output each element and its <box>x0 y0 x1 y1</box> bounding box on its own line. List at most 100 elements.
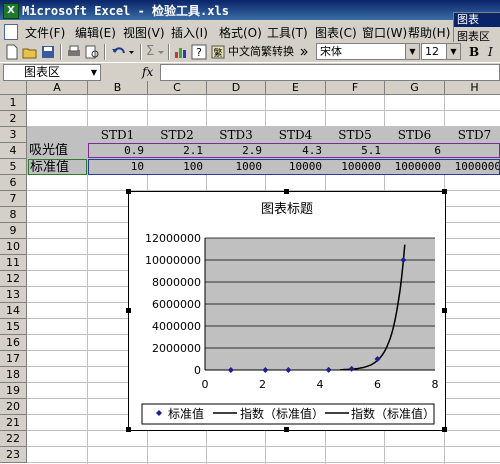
svg-text:?: ? <box>196 46 202 59</box>
resize-handle-w[interactable] <box>126 308 131 313</box>
resize-handle-ne[interactable] <box>442 189 447 194</box>
row-header-10[interactable]: 10 <box>0 239 27 255</box>
chart-wizard-icon[interactable] <box>173 44 189 60</box>
row-header-18[interactable]: 18 <box>0 367 27 383</box>
menu-insert[interactable]: 插入(I) <box>171 24 208 41</box>
font-name-select[interactable]: 宋体 ▼ <box>316 43 420 60</box>
chevron-down-icon[interactable]: ▼ <box>446 44 460 59</box>
row-header-14[interactable]: 14 <box>0 303 27 319</box>
toolbar-separator <box>168 44 170 60</box>
gridline <box>27 110 500 111</box>
legend-label: 标准值 <box>168 406 204 421</box>
excel-icon[interactable]: X <box>3 3 19 19</box>
menu-file[interactable]: 文件(F) <box>25 24 65 41</box>
resize-handle-e[interactable] <box>442 308 447 313</box>
menu-chart[interactable]: 图表(C) <box>315 24 357 41</box>
row-header-9[interactable]: 9 <box>0 223 27 239</box>
row-header-20[interactable]: 20 <box>0 399 27 415</box>
row-header-23[interactable]: 23 <box>0 447 27 463</box>
select-all-corner[interactable] <box>0 81 27 95</box>
column-header-f[interactable]: F <box>326 81 385 95</box>
print-icon[interactable] <box>66 44 82 60</box>
menu-edit[interactable]: 编辑(E) <box>75 24 116 41</box>
row-header-21[interactable]: 21 <box>0 415 27 431</box>
menu-window[interactable]: 窗口(W) <box>362 24 407 41</box>
italic-button[interactable]: I <box>488 44 493 60</box>
svg-text:繁: 繁 <box>213 47 222 59</box>
row-header-13[interactable]: 13 <box>0 287 27 303</box>
name-box-value: 图表区 <box>24 65 61 79</box>
row-header-17[interactable]: 17 <box>0 351 27 367</box>
toolbar-options-chevron-icon[interactable] <box>300 44 308 60</box>
undo-icon[interactable] <box>110 44 136 60</box>
toolbar-separator <box>60 44 62 60</box>
row-header-4[interactable]: 4 <box>0 143 27 159</box>
formula-input[interactable] <box>160 64 500 81</box>
row-header-19[interactable]: 19 <box>0 383 27 399</box>
row-header-6[interactable]: 6 <box>0 175 27 191</box>
insert-function-icon[interactable]: fx <box>142 65 153 79</box>
chinese-conversion-button[interactable]: 中文简繁转换 <box>228 44 294 60</box>
cell-row3-b[interactable]: STD1 <box>88 127 147 143</box>
new-file-icon[interactable] <box>4 44 20 60</box>
cell-row3-d[interactable]: STD3 <box>207 127 265 143</box>
y-values-range-highlight <box>88 159 500 175</box>
chevron-down-icon[interactable]: ▼ <box>88 65 100 80</box>
row-header-22[interactable]: 22 <box>0 431 27 447</box>
column-header-a[interactable]: A <box>27 81 88 95</box>
autosum-dropdown-icon[interactable] <box>157 44 165 60</box>
resize-handle-n[interactable] <box>284 189 289 194</box>
cell-row3-f[interactable]: STD5 <box>326 127 384 143</box>
bold-button[interactable]: B <box>469 44 479 60</box>
row-header-7[interactable]: 7 <box>0 191 27 207</box>
menu-format[interactable]: 格式(O) <box>219 24 262 41</box>
absorbance-label[interactable]: 吸光值 <box>28 143 87 159</box>
autosum-icon[interactable]: Σ <box>146 44 154 60</box>
toolbar-separator <box>104 44 106 60</box>
x-tick-label: 0 <box>202 378 209 391</box>
x-tick-label: 8 <box>432 378 439 391</box>
column-header-h[interactable]: H <box>445 81 500 95</box>
row-header-12[interactable]: 12 <box>0 271 27 287</box>
cell-row3-g[interactable]: STD6 <box>385 127 444 143</box>
menu-view[interactable]: 视图(V) <box>123 24 165 41</box>
formula-bar: 图表区 ▼ fx <box>0 62 500 82</box>
row-header-11[interactable]: 11 <box>0 255 27 271</box>
standard-value-label[interactable]: 标准值 <box>28 159 87 175</box>
print-preview-icon[interactable] <box>84 44 100 60</box>
y-tick-label: 4000000 <box>152 320 201 333</box>
column-header-e[interactable]: E <box>266 81 326 95</box>
name-box[interactable]: 图表区 ▼ <box>3 64 101 81</box>
column-header-d[interactable]: D <box>207 81 266 95</box>
document-icon[interactable] <box>4 24 18 40</box>
chart-area[interactable]: 图表标题 0 2000000 4000000 6000000 8000000 1000000… <box>128 191 446 431</box>
row-header-15[interactable]: 15 <box>0 319 27 335</box>
row-header-3[interactable]: 3 <box>0 127 27 143</box>
row-header-8[interactable]: 8 <box>0 207 27 223</box>
save-icon[interactable] <box>40 44 56 60</box>
row-header-5[interactable]: 5 <box>0 159 27 175</box>
font-name-value: 宋体 <box>320 45 342 58</box>
resize-handle-nw[interactable] <box>126 189 131 194</box>
resize-handle-sw[interactable] <box>126 427 131 432</box>
chinese-conversion-icon[interactable]: 繁 <box>210 44 226 60</box>
cell-row3-h[interactable]: STD7 <box>445 127 500 143</box>
help-icon[interactable]: ? <box>191 44 207 60</box>
resize-handle-s[interactable] <box>284 427 289 432</box>
font-size-select[interactable]: 12 ▼ <box>421 43 461 60</box>
column-header-c[interactable]: C <box>148 81 207 95</box>
menu-help[interactable]: 帮助(H) <box>408 24 450 41</box>
row-header-2[interactable]: 2 <box>0 111 27 127</box>
column-header-g[interactable]: G <box>385 81 445 95</box>
resize-handle-se[interactable] <box>442 427 447 432</box>
open-folder-icon[interactable] <box>22 44 38 60</box>
x-tick-label: 4 <box>317 378 324 391</box>
chart-toolbar-popup[interactable]: 图表 图表区 <box>453 12 500 44</box>
menu-tools[interactable]: 工具(T) <box>267 24 308 41</box>
row-header-1[interactable]: 1 <box>0 95 27 111</box>
chevron-down-icon[interactable]: ▼ <box>405 44 419 59</box>
cell-row3-e[interactable]: STD4 <box>266 127 325 143</box>
row-header-16[interactable]: 16 <box>0 335 27 351</box>
column-header-b[interactable]: B <box>88 81 148 95</box>
cell-row3-c[interactable]: STD2 <box>148 127 206 143</box>
